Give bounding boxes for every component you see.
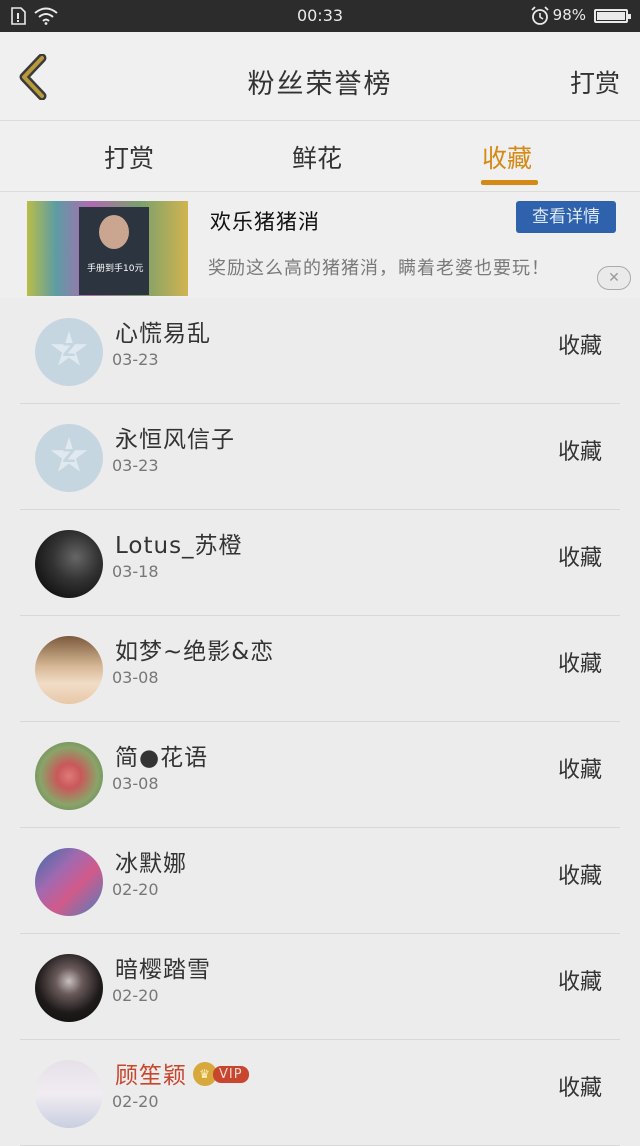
list-item[interactable]: Z 永恒风信子 03-23 收藏: [20, 404, 620, 510]
fan-list: Z 心慌易乱 03-23 收藏 Z 永恒风信子 03-23 收藏 Lotus_苏…: [0, 298, 640, 1146]
avatar[interactable]: [35, 848, 103, 916]
list-item[interactable]: 暗樱踏雪 02-20 收藏: [20, 934, 620, 1040]
tab-bar: 打赏 鲜花 收藏: [0, 121, 640, 192]
status-bar: 00:33 98%: [0, 0, 640, 32]
avatar[interactable]: [35, 742, 103, 810]
avatar[interactable]: [35, 1060, 103, 1128]
tab-reward[interactable]: 打赏: [104, 139, 154, 175]
item-date: 03-23: [112, 456, 159, 475]
reward-button[interactable]: 打赏: [570, 64, 620, 100]
item-date: 02-20: [112, 1092, 159, 1111]
ad-description: 奖励这么高的猪猪消，瞒着老婆也要玩！: [208, 258, 550, 279]
ad-thumbnail-caption: 手册到手10元: [87, 264, 144, 274]
list-item[interactable]: Lotus_苏橙 03-18 收藏: [20, 510, 620, 616]
user-name: Lotus_苏橙: [115, 533, 243, 559]
item-action-label: 收藏: [557, 440, 602, 465]
vip-badge: ♛ VIP: [193, 1061, 249, 1087]
user-name: 永恒风信子: [115, 427, 235, 453]
item-date: 03-08: [112, 774, 159, 793]
user-name: 冰默娜: [115, 851, 187, 877]
battery-percent: 98%: [552, 6, 586, 24]
item-date: 03-08: [112, 668, 159, 687]
list-item[interactable]: 冰默娜 02-20 收藏: [20, 828, 620, 934]
user-name: 简●花语: [115, 745, 209, 771]
ad-title: 欢乐猪猪消: [210, 210, 320, 234]
item-date: 02-20: [112, 880, 159, 899]
active-tab-indicator: [481, 180, 538, 185]
ad-banner[interactable]: 手册到手10元 欢乐猪猪消 查看详情 奖励这么高的猪猪消，瞒着老婆也要玩！: [0, 192, 640, 298]
tab-favorites[interactable]: 收藏: [482, 139, 532, 175]
tab-flowers[interactable]: 鲜花: [292, 139, 342, 175]
close-ad-icon[interactable]: ✕: [597, 266, 631, 290]
item-action-label: 收藏: [557, 758, 602, 783]
list-item[interactable]: Z 心慌易乱 03-23 收藏: [20, 298, 620, 404]
item-action-label: 收藏: [557, 334, 602, 359]
list-item[interactable]: 顾笙颖 ♛ VIP 02-20 收藏: [20, 1040, 620, 1146]
item-action-label: 收藏: [557, 864, 602, 889]
top-bar: 粉丝荣誉榜 打赏: [0, 32, 640, 121]
list-item[interactable]: 如梦~绝影&恋 03-08 收藏: [20, 616, 620, 722]
item-action-label: 收藏: [557, 546, 602, 571]
avatar[interactable]: Z: [35, 424, 103, 492]
avatar[interactable]: [35, 636, 103, 704]
user-name: 如梦~绝影&恋: [115, 639, 275, 665]
avatar[interactable]: [35, 954, 103, 1022]
user-name: 暗樱踏雪: [115, 957, 211, 983]
avatar[interactable]: Z: [35, 318, 103, 386]
page-title: 粉丝荣誉榜: [247, 69, 393, 100]
ad-details-button[interactable]: 查看详情: [516, 201, 616, 233]
item-action-label: 收藏: [557, 1076, 602, 1101]
item-action-label: 收藏: [557, 970, 602, 995]
item-action-label: 收藏: [557, 652, 602, 677]
item-date: 02-20: [112, 986, 159, 1005]
user-name: 顾笙颖 ♛ VIP: [115, 1056, 249, 1090]
ad-thumbnail[interactable]: 手册到手10元: [27, 201, 188, 296]
list-item[interactable]: 简●花语 03-08 收藏: [20, 722, 620, 828]
item-date: 03-23: [112, 350, 159, 369]
item-date: 03-18: [112, 562, 159, 581]
user-name: 心慌易乱: [115, 321, 211, 347]
battery-icon: [594, 9, 631, 23]
avatar[interactable]: [35, 530, 103, 598]
alarm-icon: [531, 6, 549, 25]
